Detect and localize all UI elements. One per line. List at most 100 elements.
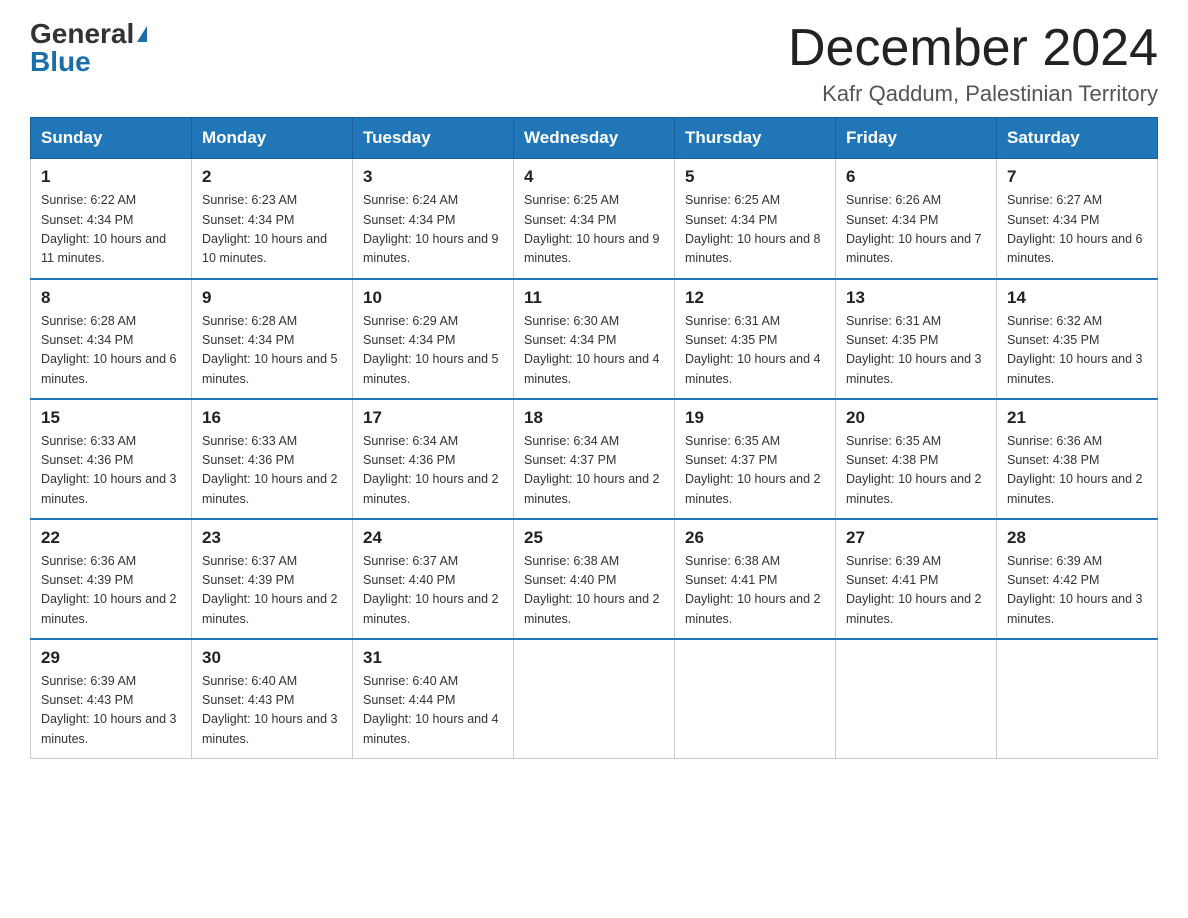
day-info: Sunrise: 6:34 AMSunset: 4:37 PMDaylight:… xyxy=(524,434,660,506)
day-number: 10 xyxy=(363,288,503,308)
calendar-day-cell: 2 Sunrise: 6:23 AMSunset: 4:34 PMDayligh… xyxy=(192,159,353,279)
calendar-table: SundayMondayTuesdayWednesdayThursdayFrid… xyxy=(30,117,1158,759)
calendar-day-cell: 11 Sunrise: 6:30 AMSunset: 4:34 PMDaylig… xyxy=(514,279,675,399)
day-number: 28 xyxy=(1007,528,1147,548)
day-number: 16 xyxy=(202,408,342,428)
day-number: 1 xyxy=(41,167,181,187)
calendar-day-cell: 20 Sunrise: 6:35 AMSunset: 4:38 PMDaylig… xyxy=(836,399,997,519)
day-info: Sunrise: 6:29 AMSunset: 4:34 PMDaylight:… xyxy=(363,314,499,386)
calendar-day-cell: 25 Sunrise: 6:38 AMSunset: 4:40 PMDaylig… xyxy=(514,519,675,639)
weekday-header-wednesday: Wednesday xyxy=(514,118,675,159)
calendar-week-row: 8 Sunrise: 6:28 AMSunset: 4:34 PMDayligh… xyxy=(31,279,1158,399)
day-info: Sunrise: 6:37 AMSunset: 4:39 PMDaylight:… xyxy=(202,554,338,626)
day-number: 7 xyxy=(1007,167,1147,187)
calendar-day-cell: 6 Sunrise: 6:26 AMSunset: 4:34 PMDayligh… xyxy=(836,159,997,279)
day-number: 21 xyxy=(1007,408,1147,428)
day-info: Sunrise: 6:28 AMSunset: 4:34 PMDaylight:… xyxy=(41,314,177,386)
calendar-day-cell: 7 Sunrise: 6:27 AMSunset: 4:34 PMDayligh… xyxy=(997,159,1158,279)
calendar-day-cell: 24 Sunrise: 6:37 AMSunset: 4:40 PMDaylig… xyxy=(353,519,514,639)
calendar-day-cell: 5 Sunrise: 6:25 AMSunset: 4:34 PMDayligh… xyxy=(675,159,836,279)
day-number: 27 xyxy=(846,528,986,548)
day-info: Sunrise: 6:31 AMSunset: 4:35 PMDaylight:… xyxy=(846,314,982,386)
day-info: Sunrise: 6:38 AMSunset: 4:40 PMDaylight:… xyxy=(524,554,660,626)
day-info: Sunrise: 6:26 AMSunset: 4:34 PMDaylight:… xyxy=(846,193,982,265)
day-info: Sunrise: 6:32 AMSunset: 4:35 PMDaylight:… xyxy=(1007,314,1143,386)
calendar-day-cell: 15 Sunrise: 6:33 AMSunset: 4:36 PMDaylig… xyxy=(31,399,192,519)
day-info: Sunrise: 6:36 AMSunset: 4:38 PMDaylight:… xyxy=(1007,434,1143,506)
day-number: 2 xyxy=(202,167,342,187)
weekday-header-friday: Friday xyxy=(836,118,997,159)
weekday-header-tuesday: Tuesday xyxy=(353,118,514,159)
calendar-day-cell: 23 Sunrise: 6:37 AMSunset: 4:39 PMDaylig… xyxy=(192,519,353,639)
weekday-header-sunday: Sunday xyxy=(31,118,192,159)
day-info: Sunrise: 6:25 AMSunset: 4:34 PMDaylight:… xyxy=(524,193,660,265)
day-info: Sunrise: 6:39 AMSunset: 4:42 PMDaylight:… xyxy=(1007,554,1143,626)
day-info: Sunrise: 6:25 AMSunset: 4:34 PMDaylight:… xyxy=(685,193,821,265)
day-number: 31 xyxy=(363,648,503,668)
weekday-header-saturday: Saturday xyxy=(997,118,1158,159)
calendar-day-cell: 18 Sunrise: 6:34 AMSunset: 4:37 PMDaylig… xyxy=(514,399,675,519)
day-info: Sunrise: 6:38 AMSunset: 4:41 PMDaylight:… xyxy=(685,554,821,626)
day-info: Sunrise: 6:33 AMSunset: 4:36 PMDaylight:… xyxy=(41,434,177,506)
calendar-day-cell: 4 Sunrise: 6:25 AMSunset: 4:34 PMDayligh… xyxy=(514,159,675,279)
calendar-day-cell: 14 Sunrise: 6:32 AMSunset: 4:35 PMDaylig… xyxy=(997,279,1158,399)
calendar-day-cell: 13 Sunrise: 6:31 AMSunset: 4:35 PMDaylig… xyxy=(836,279,997,399)
calendar-day-cell xyxy=(997,639,1158,759)
calendar-day-cell: 27 Sunrise: 6:39 AMSunset: 4:41 PMDaylig… xyxy=(836,519,997,639)
calendar-day-cell: 31 Sunrise: 6:40 AMSunset: 4:44 PMDaylig… xyxy=(353,639,514,759)
day-info: Sunrise: 6:23 AMSunset: 4:34 PMDaylight:… xyxy=(202,193,327,265)
calendar-day-cell: 28 Sunrise: 6:39 AMSunset: 4:42 PMDaylig… xyxy=(997,519,1158,639)
day-number: 9 xyxy=(202,288,342,308)
day-number: 22 xyxy=(41,528,181,548)
day-info: Sunrise: 6:39 AMSunset: 4:41 PMDaylight:… xyxy=(846,554,982,626)
calendar-day-cell xyxy=(514,639,675,759)
day-number: 30 xyxy=(202,648,342,668)
month-title: December 2024 xyxy=(788,20,1158,77)
calendar-day-cell: 17 Sunrise: 6:34 AMSunset: 4:36 PMDaylig… xyxy=(353,399,514,519)
day-number: 18 xyxy=(524,408,664,428)
day-info: Sunrise: 6:22 AMSunset: 4:34 PMDaylight:… xyxy=(41,193,166,265)
weekday-header-row: SundayMondayTuesdayWednesdayThursdayFrid… xyxy=(31,118,1158,159)
calendar-day-cell: 29 Sunrise: 6:39 AMSunset: 4:43 PMDaylig… xyxy=(31,639,192,759)
weekday-header-thursday: Thursday xyxy=(675,118,836,159)
calendar-day-cell: 1 Sunrise: 6:22 AMSunset: 4:34 PMDayligh… xyxy=(31,159,192,279)
logo-blue: Blue xyxy=(30,46,91,77)
day-number: 11 xyxy=(524,288,664,308)
calendar-week-row: 1 Sunrise: 6:22 AMSunset: 4:34 PMDayligh… xyxy=(31,159,1158,279)
day-info: Sunrise: 6:34 AMSunset: 4:36 PMDaylight:… xyxy=(363,434,499,506)
weekday-header-monday: Monday xyxy=(192,118,353,159)
day-number: 17 xyxy=(363,408,503,428)
calendar-day-cell: 22 Sunrise: 6:36 AMSunset: 4:39 PMDaylig… xyxy=(31,519,192,639)
calendar-day-cell: 21 Sunrise: 6:36 AMSunset: 4:38 PMDaylig… xyxy=(997,399,1158,519)
calendar-day-cell xyxy=(675,639,836,759)
calendar-day-cell: 30 Sunrise: 6:40 AMSunset: 4:43 PMDaylig… xyxy=(192,639,353,759)
day-number: 20 xyxy=(846,408,986,428)
day-info: Sunrise: 6:36 AMSunset: 4:39 PMDaylight:… xyxy=(41,554,177,626)
day-number: 6 xyxy=(846,167,986,187)
day-info: Sunrise: 6:31 AMSunset: 4:35 PMDaylight:… xyxy=(685,314,821,386)
day-number: 14 xyxy=(1007,288,1147,308)
day-info: Sunrise: 6:28 AMSunset: 4:34 PMDaylight:… xyxy=(202,314,338,386)
day-number: 23 xyxy=(202,528,342,548)
day-info: Sunrise: 6:27 AMSunset: 4:34 PMDaylight:… xyxy=(1007,193,1143,265)
day-info: Sunrise: 6:40 AMSunset: 4:43 PMDaylight:… xyxy=(202,674,338,746)
day-info: Sunrise: 6:24 AMSunset: 4:34 PMDaylight:… xyxy=(363,193,499,265)
title-block: December 2024 Kafr Qaddum, Palestinian T… xyxy=(788,20,1158,107)
calendar-week-row: 15 Sunrise: 6:33 AMSunset: 4:36 PMDaylig… xyxy=(31,399,1158,519)
calendar-day-cell: 19 Sunrise: 6:35 AMSunset: 4:37 PMDaylig… xyxy=(675,399,836,519)
calendar-day-cell: 9 Sunrise: 6:28 AMSunset: 4:34 PMDayligh… xyxy=(192,279,353,399)
day-info: Sunrise: 6:35 AMSunset: 4:37 PMDaylight:… xyxy=(685,434,821,506)
calendar-day-cell: 3 Sunrise: 6:24 AMSunset: 4:34 PMDayligh… xyxy=(353,159,514,279)
day-info: Sunrise: 6:40 AMSunset: 4:44 PMDaylight:… xyxy=(363,674,499,746)
day-number: 19 xyxy=(685,408,825,428)
logo-triangle-icon xyxy=(137,26,147,42)
day-info: Sunrise: 6:39 AMSunset: 4:43 PMDaylight:… xyxy=(41,674,177,746)
page-header: General Blue December 2024 Kafr Qaddum, … xyxy=(30,20,1158,107)
calendar-day-cell: 26 Sunrise: 6:38 AMSunset: 4:41 PMDaylig… xyxy=(675,519,836,639)
day-number: 4 xyxy=(524,167,664,187)
day-number: 3 xyxy=(363,167,503,187)
calendar-week-row: 22 Sunrise: 6:36 AMSunset: 4:39 PMDaylig… xyxy=(31,519,1158,639)
location-title: Kafr Qaddum, Palestinian Territory xyxy=(788,81,1158,107)
logo-general: General xyxy=(30,20,134,48)
day-info: Sunrise: 6:30 AMSunset: 4:34 PMDaylight:… xyxy=(524,314,660,386)
